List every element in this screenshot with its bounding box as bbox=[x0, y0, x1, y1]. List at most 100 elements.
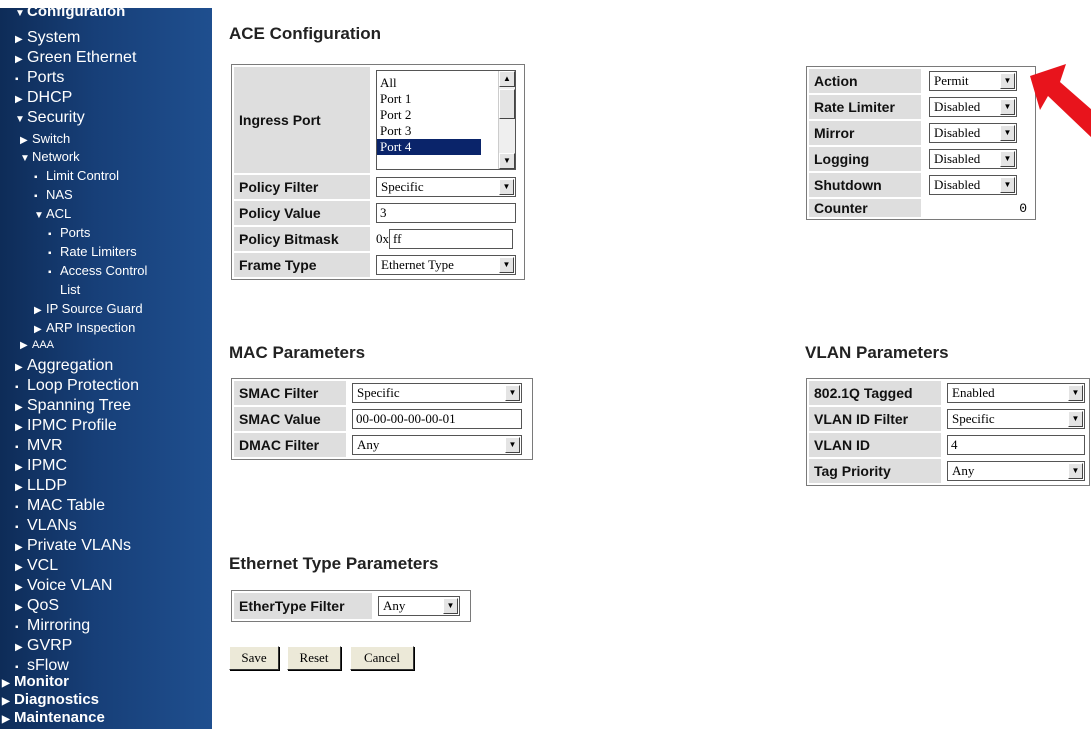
tagged-select[interactable]: Enabled ▼ bbox=[947, 383, 1085, 403]
dropdown-arrow-icon[interactable]: ▼ bbox=[1000, 177, 1015, 193]
sidebar-item-voice-vlan[interactable]: ▶ Voice VLAN bbox=[15, 578, 112, 594]
sidebar-item-diagnostics[interactable]: ▶ Diagnostics bbox=[2, 692, 99, 707]
ingress-port-option[interactable]: All bbox=[377, 75, 481, 91]
sidebar-item-switch[interactable]: ▶ Switch bbox=[20, 132, 70, 146]
dropdown-arrow-icon[interactable]: ▼ bbox=[1068, 463, 1083, 479]
sidebar-item-label: IP Source Guard bbox=[46, 301, 143, 316]
vlan-id-label: VLAN ID bbox=[809, 433, 941, 457]
sidebar-item-mirroring[interactable]: ▪ Mirroring bbox=[15, 618, 90, 634]
policy-filter-select[interactable]: Specific ▼ bbox=[376, 177, 516, 197]
scroll-thumb[interactable] bbox=[499, 89, 515, 119]
smac-value-input[interactable]: 00-00-00-00-00-01 bbox=[352, 409, 522, 429]
sidebar-item-mac-table[interactable]: ▪ MAC Table bbox=[15, 498, 105, 514]
ethertype-filter-label: EtherType Filter bbox=[234, 593, 372, 619]
sidebar-item-loop-protection[interactable]: ▪ Loop Protection bbox=[15, 378, 139, 394]
vlan-id-filter-value: Specific bbox=[952, 411, 995, 426]
sidebar-item-security[interactable]: ▼ Security bbox=[15, 110, 85, 126]
sidebar-item-aaa[interactable]: ▶ AAA bbox=[20, 340, 54, 351]
dropdown-arrow-icon[interactable]: ▼ bbox=[1068, 385, 1083, 401]
dropdown-arrow-icon[interactable]: ▼ bbox=[443, 598, 458, 614]
sidebar-item-spanning-tree[interactable]: ▶ Spanning Tree bbox=[15, 398, 131, 414]
reset-button[interactable]: Reset bbox=[287, 646, 341, 670]
action-select[interactable]: Permit ▼ bbox=[929, 71, 1017, 91]
sidebar-item-vlans[interactable]: ▪ VLANs bbox=[15, 518, 77, 534]
scroll-down-arrow-icon[interactable]: ▼ bbox=[499, 153, 515, 169]
shutdown-select[interactable]: Disabled ▼ bbox=[929, 175, 1017, 195]
ingress-port-option[interactable]: Port 3 bbox=[377, 123, 481, 139]
shutdown-label: Shutdown bbox=[809, 173, 921, 197]
vlan-id-input[interactable]: 4 bbox=[947, 435, 1085, 455]
sidebar-item-sflow[interactable]: ▪ sFlow bbox=[15, 658, 69, 674]
cancel-button[interactable]: Cancel bbox=[350, 646, 414, 670]
dropdown-arrow-icon[interactable]: ▼ bbox=[1000, 151, 1015, 167]
sidebar-item-monitor[interactable]: ▶ Monitor bbox=[2, 674, 69, 689]
save-button[interactable]: Save bbox=[229, 646, 279, 670]
sidebar-item-label: QoS bbox=[27, 597, 60, 614]
vlan-id-filter-select[interactable]: Specific ▼ bbox=[947, 409, 1085, 429]
shutdown-value: Disabled bbox=[934, 177, 981, 192]
policy-bitmask-prefix: 0x bbox=[376, 231, 389, 246]
dropdown-arrow-icon[interactable]: ▼ bbox=[1000, 125, 1015, 141]
sidebar-item-maintenance[interactable]: ▶ Maintenance bbox=[2, 710, 105, 725]
sidebar-marker-icon: ▶ bbox=[34, 324, 42, 335]
dropdown-arrow-icon[interactable]: ▼ bbox=[1068, 411, 1083, 427]
sidebar-item-dhcp[interactable]: ▶ DHCP bbox=[15, 90, 72, 106]
sidebar-item-qos[interactable]: ▶ QoS bbox=[15, 598, 59, 614]
dropdown-arrow-icon[interactable]: ▼ bbox=[505, 385, 520, 401]
ethertype-filter-select[interactable]: Any ▼ bbox=[378, 596, 460, 616]
dmac-filter-select[interactable]: Any ▼ bbox=[352, 435, 522, 455]
sidebar-item-list[interactable]: List bbox=[48, 283, 80, 296]
logging-select[interactable]: Disabled ▼ bbox=[929, 149, 1017, 169]
sidebar-item-mvr[interactable]: ▪ MVR bbox=[15, 438, 63, 454]
sidebar-item-vcl[interactable]: ▶ VCL bbox=[15, 558, 58, 574]
sidebar-item-label: ACL bbox=[46, 206, 72, 221]
ingress-port-scrollbar[interactable]: ▲ ▼ bbox=[498, 71, 515, 169]
sidebar-item-gvrp[interactable]: ▶ GVRP bbox=[15, 638, 72, 654]
ingress-port-option[interactable]: Port 4 bbox=[377, 139, 481, 155]
sidebar-item-network[interactable]: ▼ Network bbox=[20, 150, 80, 164]
dropdown-arrow-icon[interactable]: ▼ bbox=[505, 437, 520, 453]
ingress-port-option[interactable]: Port 1 bbox=[377, 91, 481, 107]
dropdown-arrow-icon[interactable]: ▼ bbox=[1000, 73, 1015, 89]
sidebar-item-aggregation[interactable]: ▶ Aggregation bbox=[15, 358, 113, 374]
mirror-select[interactable]: Disabled ▼ bbox=[929, 123, 1017, 143]
sidebar-item-access-control[interactable]: ▪ Access Control bbox=[48, 264, 147, 278]
dropdown-arrow-icon[interactable]: ▼ bbox=[499, 179, 514, 195]
sidebar-item-ipmc[interactable]: ▶ IPMC bbox=[15, 458, 67, 474]
rate-limiter-select[interactable]: Disabled ▼ bbox=[929, 97, 1017, 117]
sidebar-item-limit-control[interactable]: ▪ Limit Control bbox=[34, 169, 119, 183]
sidebar-item-rate-limiters[interactable]: ▪ Rate Limiters bbox=[48, 245, 137, 259]
sidebar-item-acl[interactable]: ▼ ACL bbox=[34, 207, 71, 221]
frame-type-select[interactable]: Ethernet Type ▼ bbox=[376, 255, 516, 275]
vlan-parameters-table: 802.1Q Tagged Enabled ▼ VLAN ID Filter S… bbox=[806, 378, 1090, 486]
tag-priority-select[interactable]: Any ▼ bbox=[947, 461, 1085, 481]
logging-value: Disabled bbox=[934, 151, 981, 166]
ingress-port-listbox[interactable]: All Port 1 Port 2 Port 3 Port 4 ▲ ▼ bbox=[376, 70, 516, 170]
sidebar-item-arp-inspection[interactable]: ▶ ARP Inspection bbox=[34, 321, 135, 335]
dropdown-arrow-icon[interactable]: ▼ bbox=[499, 257, 514, 273]
smac-filter-select[interactable]: Specific ▼ bbox=[352, 383, 522, 403]
sidebar-item-ports[interactable]: ▪ Ports bbox=[15, 70, 64, 86]
sidebar-item-ip-source-guard[interactable]: ▶ IP Source Guard bbox=[34, 302, 143, 316]
sidebar-item-label: GVRP bbox=[27, 637, 73, 654]
sidebar-item-label: Ports bbox=[60, 225, 91, 240]
sidebar-item-label: Mirroring bbox=[27, 617, 91, 634]
sidebar-item-system[interactable]: ▶ System bbox=[15, 30, 80, 46]
scroll-up-arrow-icon[interactable]: ▲ bbox=[499, 71, 515, 87]
sidebar-marker-icon: ▪ bbox=[15, 522, 19, 533]
sidebar-item-ports[interactable]: ▪ Ports bbox=[48, 226, 90, 240]
dropdown-arrow-icon[interactable]: ▼ bbox=[1000, 99, 1015, 115]
sidebar-marker-icon: ▪ bbox=[15, 662, 19, 673]
sidebar-item-private-vlans[interactable]: ▶ Private VLANs bbox=[15, 538, 131, 554]
policy-value-input[interactable]: 3 bbox=[376, 203, 516, 223]
sidebar-item-ipmc-profile[interactable]: ▶ IPMC Profile bbox=[15, 418, 117, 434]
ingress-port-option[interactable]: Port 2 bbox=[377, 107, 481, 123]
policy-bitmask-input[interactable]: ff bbox=[389, 229, 513, 249]
sidebar-item-green-ethernet[interactable]: ▶ Green Ethernet bbox=[15, 50, 136, 66]
tag-priority-label: Tag Priority bbox=[809, 459, 941, 483]
sidebar-item-configuration[interactable]: ▼ Configuration bbox=[15, 4, 125, 19]
policy-filter-value: Specific bbox=[381, 179, 424, 194]
sidebar-item-lldp[interactable]: ▶ LLDP bbox=[15, 478, 67, 494]
sidebar-marker-icon: ▪ bbox=[15, 442, 19, 453]
sidebar-item-nas[interactable]: ▪ NAS bbox=[34, 188, 73, 202]
